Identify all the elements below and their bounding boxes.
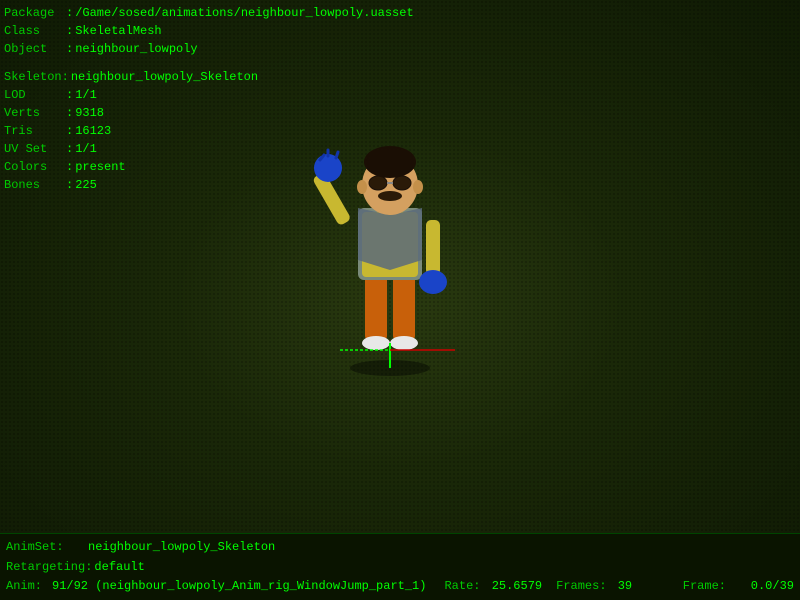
verts-value: 9318	[75, 104, 104, 122]
retargeting-value: default	[94, 558, 144, 577]
bones-row: Bones : 225	[4, 176, 414, 194]
animset-label: AnimSet:	[6, 538, 86, 557]
tris-row: Tris : 16123	[4, 122, 414, 140]
info-panel: Package : /Game/sosed/animations/neighbo…	[4, 4, 414, 194]
skeleton-row: Skeleton: neighbour_lowpoly_Skeleton	[4, 68, 414, 86]
frames-label: Frames:	[556, 579, 606, 593]
object-label: Object	[4, 40, 64, 58]
uvset-value: 1/1	[75, 140, 97, 158]
uvset-row: UV Set : 1/1	[4, 140, 414, 158]
colors-value: present	[75, 158, 125, 176]
colors-row: Colors : present	[4, 158, 414, 176]
object-row: Object : neighbour_lowpoly	[4, 40, 414, 58]
class-row: Class : SkeletalMesh	[4, 22, 414, 40]
anim-row: Anim: 91/92 (neighbour_lowpoly_Anim_rig_…	[6, 577, 794, 596]
bones-value: 225	[75, 176, 97, 194]
uvset-label: UV Set	[4, 140, 64, 158]
colors-label: Colors	[4, 158, 64, 176]
lod-row: LOD : 1/1	[4, 86, 414, 104]
package-row: Package : /Game/sosed/animations/neighbo…	[4, 4, 414, 22]
bottom-bar: AnimSet: neighbour_lowpoly_Skeleton Reta…	[0, 533, 800, 600]
package-value: /Game/sosed/animations/neighbour_lowpoly…	[75, 4, 413, 22]
verts-label: Verts	[4, 104, 64, 122]
frames-value: 39	[618, 579, 632, 593]
package-label: Package	[4, 4, 64, 22]
lod-value: 1/1	[75, 86, 97, 104]
animset-value: neighbour_lowpoly_Skeleton	[88, 538, 275, 557]
rate-value: 25.6579	[492, 579, 542, 593]
class-label: Class	[4, 22, 64, 40]
tris-label: Tris	[4, 122, 64, 140]
frame-label: Frame:	[683, 577, 743, 596]
lod-label: LOD	[4, 86, 64, 104]
anim-label: Anim:	[6, 577, 46, 596]
object-value: neighbour_lowpoly	[75, 40, 197, 58]
class-value: SkeletalMesh	[75, 22, 161, 40]
anim-value: 91/92 (neighbour_lowpoly_Anim_rig_Window…	[52, 577, 426, 596]
frame-value: 0.0/39	[751, 577, 794, 596]
tris-value: 16123	[75, 122, 111, 140]
verts-row: Verts : 9318	[4, 104, 414, 122]
rate-label: Rate:	[444, 579, 480, 593]
retargeting-label: Retargeting:	[6, 558, 92, 577]
skeleton-value: neighbour_lowpoly_Skeleton	[71, 68, 258, 86]
animset-row: AnimSet: neighbour_lowpoly_Skeleton	[6, 538, 794, 557]
retargeting-row: Retargeting: default	[6, 558, 794, 577]
bones-label: Bones	[4, 176, 64, 194]
skeleton-label: Skeleton:	[4, 68, 69, 86]
